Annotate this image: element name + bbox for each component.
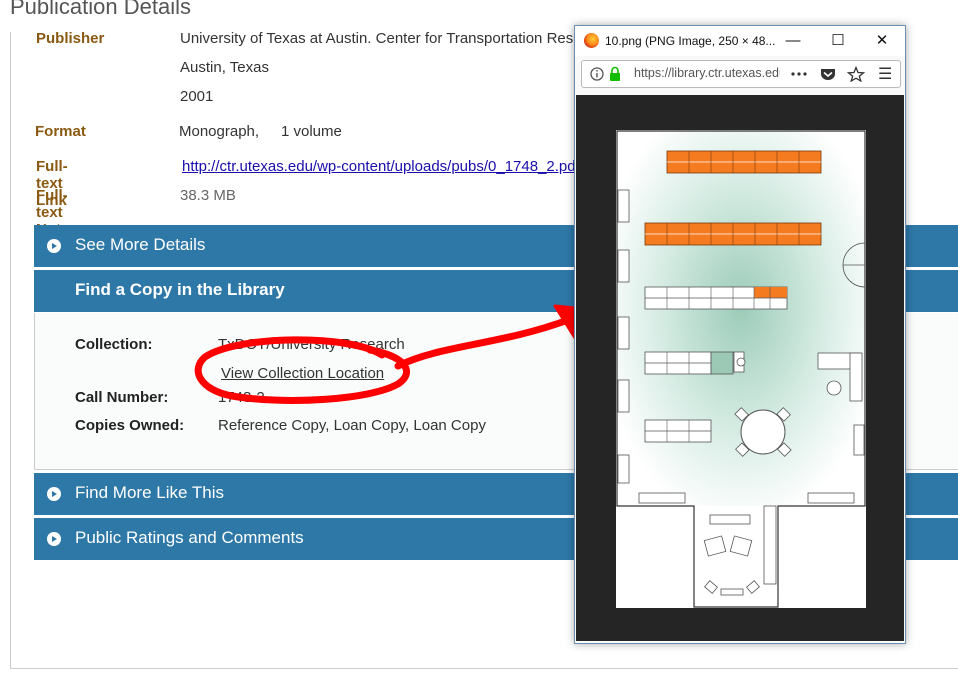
image-viewer: [576, 95, 904, 641]
url-bar[interactable]: https://library.ctr.utexas.edu: [581, 60, 901, 88]
more-dots-icon: [791, 72, 795, 76]
maximize-icon[interactable]: ☐: [825, 29, 851, 53]
menu-icon[interactable]: ☰: [878, 64, 892, 84]
library-floor-plan: [616, 130, 866, 608]
publisher-place: Austin, Texas: [180, 59, 269, 76]
collection-label: Collection:: [75, 336, 153, 353]
public-ratings-label: Public Ratings and Comments: [75, 528, 304, 547]
image-popup-window: 10.png (PNG Image, 250 × 48... — ☐ ✕ htt…: [574, 25, 906, 644]
call-number-value: 1748-2: [218, 389, 265, 406]
url-text: https://library.ctr.utexas.edu: [634, 66, 780, 80]
page-title: Publication Details: [10, 0, 191, 19]
find-copy-label: Find a Copy in the Library: [75, 280, 285, 299]
copies-owned-value: Reference Copy, Loan Copy, Loan Copy: [218, 417, 486, 434]
window-title: 10.png (PNG Image, 250 × 48...: [605, 34, 776, 48]
publisher-label: Publisher: [36, 30, 105, 47]
publisher-year: 2001: [180, 88, 214, 105]
close-icon[interactable]: ✕: [869, 29, 895, 53]
lock-icon: [610, 73, 620, 81]
copies-owned-label: Copies Owned:: [75, 417, 185, 434]
publisher-name: University of Texas at Austin. Center fo…: [180, 30, 611, 47]
view-collection-location-link[interactable]: View Collection Location: [221, 365, 384, 382]
site-info: [590, 66, 620, 81]
expand-arrow-icon: [47, 239, 61, 253]
url-actions: [791, 66, 866, 82]
call-number-label: Call Number:: [75, 389, 169, 406]
shelf-with-desk: [644, 351, 746, 375]
fulltext-link[interactable]: http://ctr.utexas.edu/wp-content/uploads…: [182, 158, 580, 175]
shelf-lower: [644, 419, 712, 443]
highlighted-shelf-top: [666, 150, 822, 174]
highlighted-shelf-middle: [644, 222, 822, 246]
collection-value: TxDOT/University Research: [218, 336, 405, 353]
star-icon: [846, 66, 866, 82]
firefox-icon: [584, 33, 599, 48]
expand-arrow-icon: [47, 532, 61, 546]
find-more-label: Find More Like This: [75, 483, 224, 502]
collapse-arrow-icon: [47, 284, 61, 298]
minimize-icon[interactable]: —: [780, 29, 806, 53]
shelf-partial-highlight: [644, 286, 788, 310]
expand-arrow-icon: [47, 487, 61, 501]
round-table: [734, 407, 792, 457]
format-value: Monograph,: [179, 123, 260, 140]
pocket-icon: [821, 69, 835, 80]
fulltext-note-value: 38.3 MB: [180, 187, 236, 204]
see-more-details-label: See More Details: [75, 235, 206, 254]
format-label: Format: [35, 123, 86, 140]
window-titlebar[interactable]: 10.png (PNG Image, 250 × 48... — ☐ ✕: [575, 26, 905, 56]
format-extent: 1 volume: [281, 123, 342, 140]
